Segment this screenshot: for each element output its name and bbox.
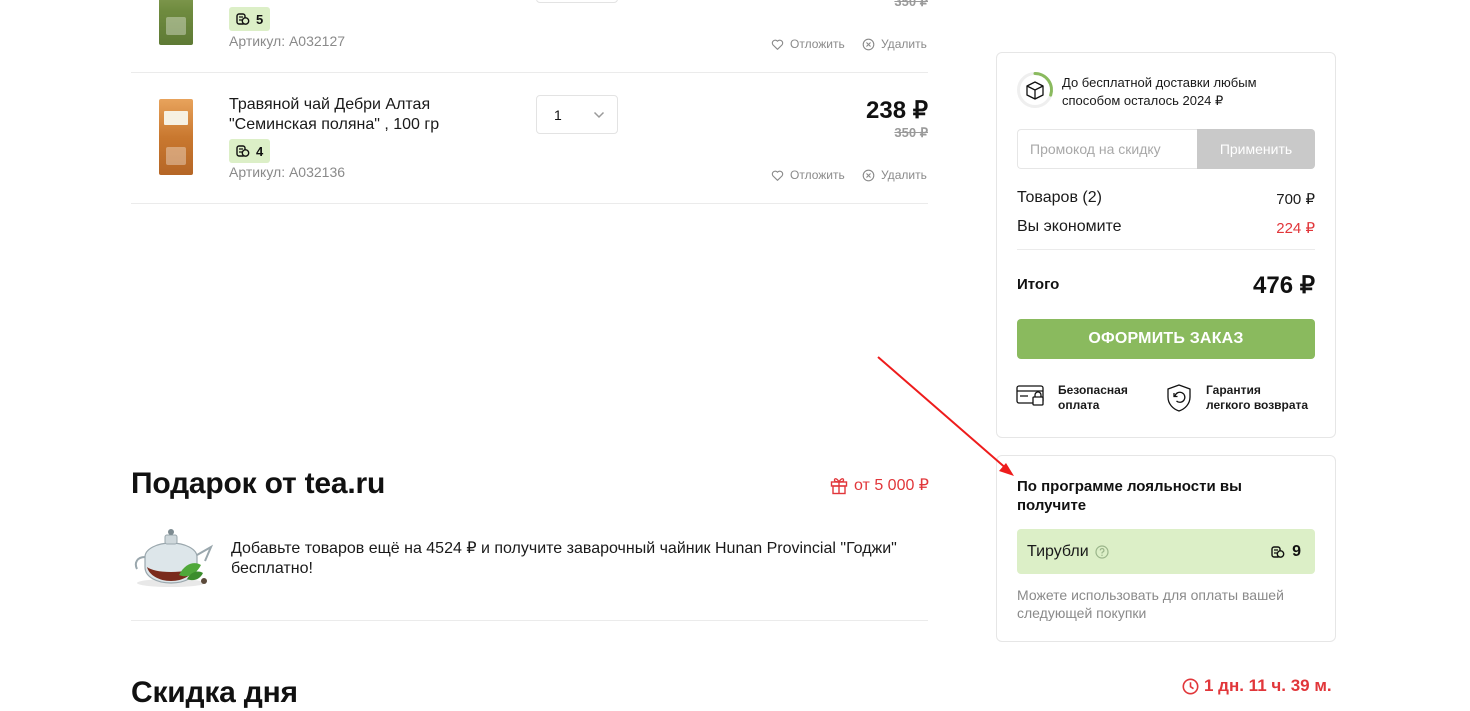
daily-discount-title: Скидка дня bbox=[131, 676, 298, 709]
article-number: Артикул: А032136 bbox=[229, 164, 346, 180]
savings-label: Вы экономите bbox=[1017, 218, 1122, 235]
secure-payment-line: Безопасная bbox=[1058, 383, 1128, 397]
product-title-line: "Семинская поляна" , 100 гр bbox=[229, 116, 440, 133]
bonus-points: 4 bbox=[256, 143, 264, 159]
gift-description: Добавьте товаров ещё на 4524 ₽ и получит… bbox=[231, 539, 921, 579]
divider bbox=[131, 72, 928, 73]
coins-icon bbox=[1271, 545, 1285, 558]
postpone-button[interactable]: Отложить bbox=[771, 37, 845, 51]
secure-payment-text: Безопасная оплата bbox=[1058, 383, 1128, 413]
loyalty-currency: Тирубли bbox=[1027, 543, 1109, 561]
product-image[interactable] bbox=[159, 99, 193, 175]
secure-payment: Безопасная оплата bbox=[1016, 383, 1128, 413]
bonus-badge: 4 bbox=[229, 139, 271, 163]
gift-description-line: бесплатно! bbox=[231, 560, 313, 577]
gift-icon bbox=[830, 478, 848, 495]
postpone-label: Отложить bbox=[790, 168, 845, 182]
loyalty-title-line: По программе лояльности вы bbox=[1017, 478, 1242, 495]
loyalty-points-value: 9 bbox=[1292, 542, 1301, 560]
question-icon[interactable] bbox=[1095, 544, 1109, 559]
clock-icon bbox=[1182, 678, 1199, 694]
apply-promo-label: Применить bbox=[1219, 141, 1293, 157]
loyalty-note-line: следующей покупки bbox=[1017, 605, 1147, 621]
quantity-value: 1 bbox=[554, 106, 562, 123]
heart-icon bbox=[771, 170, 784, 181]
coins-icon bbox=[236, 13, 250, 25]
product-image[interactable] bbox=[159, 0, 193, 45]
close-circle-icon bbox=[862, 169, 875, 181]
shield-return-icon bbox=[1167, 384, 1191, 412]
gift-threshold: от 5 000 ₽ bbox=[830, 475, 929, 495]
box-progress-icon bbox=[1017, 72, 1053, 108]
chevron-down-icon bbox=[593, 111, 605, 118]
checkout-button[interactable]: ОФОРМИТЬ ЗАКАЗ bbox=[1017, 319, 1315, 359]
postpone-label: Отложить bbox=[790, 37, 845, 51]
free-delivery-info: До бесплатной доставки любым способом ос… bbox=[1062, 74, 1312, 110]
quantity-select[interactable] bbox=[536, 0, 618, 3]
total-label: Итого bbox=[1017, 276, 1060, 293]
gift-section-title: Подарок от tea.ru bbox=[131, 467, 386, 500]
coins-icon bbox=[236, 145, 250, 157]
easy-return-line: легкого возврата bbox=[1206, 398, 1309, 412]
postpone-button[interactable]: Отложить bbox=[771, 168, 845, 182]
quantity-select[interactable]: 1 bbox=[536, 95, 618, 134]
gift-threshold-text: от 5 000 ₽ bbox=[854, 477, 929, 494]
price: 238 ₽ bbox=[866, 97, 928, 124]
remove-label: Удалить bbox=[881, 168, 927, 182]
loyalty-currency-name: Тирубли bbox=[1027, 542, 1089, 560]
apply-promo-button[interactable]: Применить bbox=[1197, 129, 1315, 169]
teapot-image[interactable] bbox=[131, 527, 217, 589]
close-circle-icon bbox=[862, 38, 875, 50]
article-number: Артикул: А032127 bbox=[229, 33, 346, 49]
free-delivery-line: До бесплатной доставки любым bbox=[1062, 75, 1257, 90]
annotation-arrow-line bbox=[877, 356, 1009, 471]
loyalty-title: По программе лояльности вы получите bbox=[1017, 477, 1317, 515]
goods-count-label: Товаров (2) bbox=[1017, 189, 1102, 206]
easy-return-text: Гарантия легкого возврата bbox=[1206, 383, 1308, 413]
remove-button[interactable]: Удалить bbox=[862, 168, 927, 182]
divider bbox=[1017, 249, 1315, 250]
remove-label: Удалить bbox=[881, 37, 927, 51]
secure-payment-line: оплата bbox=[1058, 398, 1100, 412]
timer-text: 1 дн. 11 ч. 39 м. bbox=[1204, 676, 1332, 695]
daily-discount-timer: 1 дн. 11 ч. 39 м. bbox=[1182, 676, 1332, 696]
card-lock-icon bbox=[1016, 385, 1044, 406]
loyalty-note-line: Можете использовать для оплаты вашей bbox=[1017, 587, 1284, 603]
loyalty-points-box: Тирубли 9 bbox=[1017, 529, 1315, 574]
bonus-points: 5 bbox=[256, 11, 264, 27]
goods-total-value: 700 ₽ bbox=[1276, 191, 1315, 208]
old-price: 350 ₽ bbox=[894, 125, 928, 140]
remove-button[interactable]: Удалить bbox=[862, 37, 927, 51]
old-price: 350 ₽ bbox=[894, 0, 928, 9]
promo-code-placeholder: Промокод на скидку bbox=[1030, 141, 1161, 157]
loyalty-points: 9 bbox=[1271, 543, 1301, 561]
loyalty-note: Можете использовать для оплаты вашей сле… bbox=[1017, 586, 1317, 622]
product-title[interactable]: Травяной чай Дебри Алтая "Семинская поля… bbox=[229, 95, 519, 135]
promo-code-input[interactable]: Промокод на скидку bbox=[1017, 129, 1198, 169]
total-value: 476 ₽ bbox=[1253, 272, 1315, 299]
free-delivery-line: способом осталось 2024 ₽ bbox=[1062, 93, 1224, 108]
easy-return: Гарантия легкого возврата bbox=[1164, 383, 1308, 413]
savings-value: 224 ₽ bbox=[1276, 220, 1315, 237]
divider bbox=[131, 620, 928, 621]
product-title-line: Травяной чай Дебри Алтая bbox=[229, 96, 431, 113]
easy-return-line: Гарантия bbox=[1206, 383, 1261, 397]
divider bbox=[131, 203, 928, 204]
bonus-badge: 5 bbox=[229, 7, 271, 31]
loyalty-title-line: получите bbox=[1017, 497, 1087, 514]
checkout-label: ОФОРМИТЬ ЗАКАЗ bbox=[1088, 330, 1244, 347]
heart-icon bbox=[771, 39, 784, 50]
gift-description-line: Добавьте товаров ещё на 4524 ₽ и получит… bbox=[231, 540, 897, 557]
